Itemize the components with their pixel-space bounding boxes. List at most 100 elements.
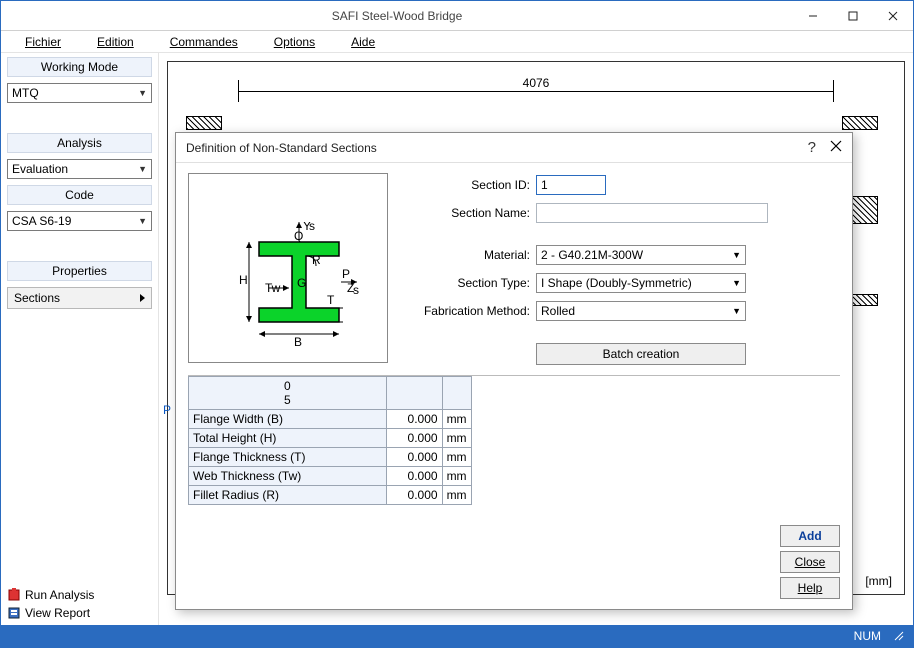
row-value-input[interactable]: 0.000 (386, 486, 442, 505)
row-label: Web Thickness (Tw) (189, 467, 387, 486)
view-report-label: View Report (25, 606, 90, 620)
add-button[interactable]: Add (780, 525, 840, 547)
material-value: 2 - G40.21M-300W (541, 248, 643, 262)
grid-header-val (386, 377, 442, 410)
resize-grip-icon[interactable] (893, 630, 905, 642)
dialog-button-stack: Add Close Help (780, 525, 840, 599)
section-type-value: I Shape (Doubly-Symmetric) (541, 276, 692, 290)
chevron-down-icon: ▼ (732, 306, 741, 316)
status-num: NUM (854, 629, 881, 643)
chevron-down-icon: ▼ (138, 164, 147, 174)
minimize-icon (808, 11, 818, 21)
analysis-combo[interactable]: Evaluation ▼ (7, 159, 152, 179)
menu-edit[interactable]: Edition (81, 33, 150, 51)
grid-header-blank: 0 5 (189, 377, 387, 410)
svg-text:G: G (297, 276, 306, 290)
row-label: Flange Thickness (T) (189, 448, 387, 467)
run-analysis-label: Run Analysis (25, 588, 94, 602)
help-button[interactable]: Help (780, 577, 840, 599)
window-controls (793, 1, 913, 30)
p-marker: P (163, 403, 171, 417)
dialog-help-button[interactable]: ? (808, 139, 816, 156)
menu-options[interactable]: Options (258, 33, 331, 51)
run-analysis-link[interactable]: Run Analysis (7, 587, 152, 603)
dialog-titlebar[interactable]: Definition of Non-Standard Sections ? (176, 133, 852, 163)
table-row: Flange Thickness (T) 0.000 mm (189, 448, 472, 467)
sections-label: Sections (14, 291, 60, 305)
menu-commands[interactable]: Commandes (154, 33, 254, 51)
section-diagram: Ys Q P Zs G H B T (188, 173, 388, 363)
analysis-title: Analysis (7, 133, 152, 153)
parameter-grid: 0 5 Flange Width (B) 0.000 mm Total Heig… (188, 376, 472, 505)
row-unit: mm (442, 429, 471, 448)
form-column: Section ID: Section Name: Material: 2 - … (400, 173, 840, 365)
maximize-button[interactable] (833, 1, 873, 30)
table-row: Web Thickness (Tw) 0.000 mm (189, 467, 472, 486)
row-unit: mm (442, 410, 471, 429)
working-mode-combo[interactable]: MTQ ▼ (7, 83, 152, 103)
analysis-value: Evaluation (12, 162, 68, 176)
code-title: Code (7, 185, 152, 205)
view-report-icon (7, 606, 21, 620)
chevron-down-icon: ▼ (732, 278, 741, 288)
code-combo[interactable]: CSA S6-19 ▼ (7, 211, 152, 231)
statusbar: NUM (1, 625, 913, 647)
section-id-label: Section ID: (400, 178, 530, 192)
support-hatch-right-1 (842, 116, 878, 130)
menubar: Fichier Edition Commandes Options Aide (1, 31, 913, 53)
menu-help[interactable]: Aide (335, 33, 391, 51)
parameter-grid-zone: 0 5 Flange Width (B) 0.000 mm Total Heig… (188, 375, 840, 505)
close-icon (830, 140, 842, 152)
material-label: Material: (400, 248, 530, 262)
close-button[interactable]: Close (780, 551, 840, 573)
row-value-input[interactable]: 0.000 (386, 467, 442, 486)
table-row: Total Height (H) 0.000 mm (189, 429, 472, 448)
material-dropdown[interactable]: 2 - G40.21M-300W ▼ (536, 245, 746, 265)
section-name-label: Section Name: (400, 206, 530, 220)
section-name-input[interactable] (536, 203, 768, 223)
grid-header-unit (442, 377, 471, 410)
dialog-body: Ys Q P Zs G H B T (176, 163, 852, 609)
svg-text:s: s (309, 222, 315, 233)
maximize-icon (848, 11, 858, 21)
section-type-dropdown[interactable]: I Shape (Doubly-Symmetric) ▼ (536, 273, 746, 293)
main-window: SAFI Steel-Wood Bridge Fichier Edition C… (0, 0, 914, 648)
table-row: Flange Width (B) 0.000 mm (189, 410, 472, 429)
window-title: SAFI Steel-Wood Bridge (1, 9, 793, 23)
dimension-line (238, 91, 834, 92)
svg-text:T: T (327, 293, 335, 307)
fab-method-value: Rolled (541, 304, 575, 318)
svg-text:H: H (239, 273, 248, 287)
row-label: Flange Width (B) (189, 410, 387, 429)
view-report-link[interactable]: View Report (7, 605, 152, 621)
code-value: CSA S6-19 (12, 214, 71, 228)
fab-method-label: Fabrication Method: (400, 304, 530, 318)
sidebar: Working Mode MTQ ▼ Analysis Evaluation ▼… (1, 53, 159, 625)
minimize-button[interactable] (793, 1, 833, 30)
sections-button[interactable]: Sections (7, 287, 152, 309)
section-id-input[interactable] (536, 175, 606, 195)
row-value-input[interactable]: 0.000 (386, 429, 442, 448)
batch-creation-button[interactable]: Batch creation (536, 343, 746, 365)
chevron-down-icon: ▼ (732, 250, 741, 260)
working-mode-value: MTQ (12, 86, 39, 100)
fab-method-dropdown[interactable]: Rolled ▼ (536, 301, 746, 321)
row-label: Fillet Radius (R) (189, 486, 387, 505)
arrow-right-icon (140, 294, 145, 302)
dialog-close-button[interactable] (830, 140, 842, 155)
close-window-button[interactable] (873, 1, 913, 30)
ibeam-icon: Ys Q P Zs G H B T (239, 222, 379, 362)
row-value-input[interactable]: 0.000 (386, 410, 442, 429)
svg-text:B: B (294, 335, 302, 349)
close-icon (888, 11, 898, 21)
chevron-down-icon: ▼ (138, 88, 147, 98)
row-unit: mm (442, 486, 471, 505)
chevron-down-icon: ▼ (138, 216, 147, 226)
section-definition-dialog: Definition of Non-Standard Sections ? Ys (175, 132, 853, 610)
support-hatch-left (186, 116, 222, 130)
run-analysis-icon (7, 588, 21, 602)
row-value-input[interactable]: 0.000 (386, 448, 442, 467)
unit-label: [mm] (865, 574, 892, 588)
working-mode-title: Working Mode (7, 57, 152, 77)
menu-file[interactable]: Fichier (9, 33, 77, 51)
